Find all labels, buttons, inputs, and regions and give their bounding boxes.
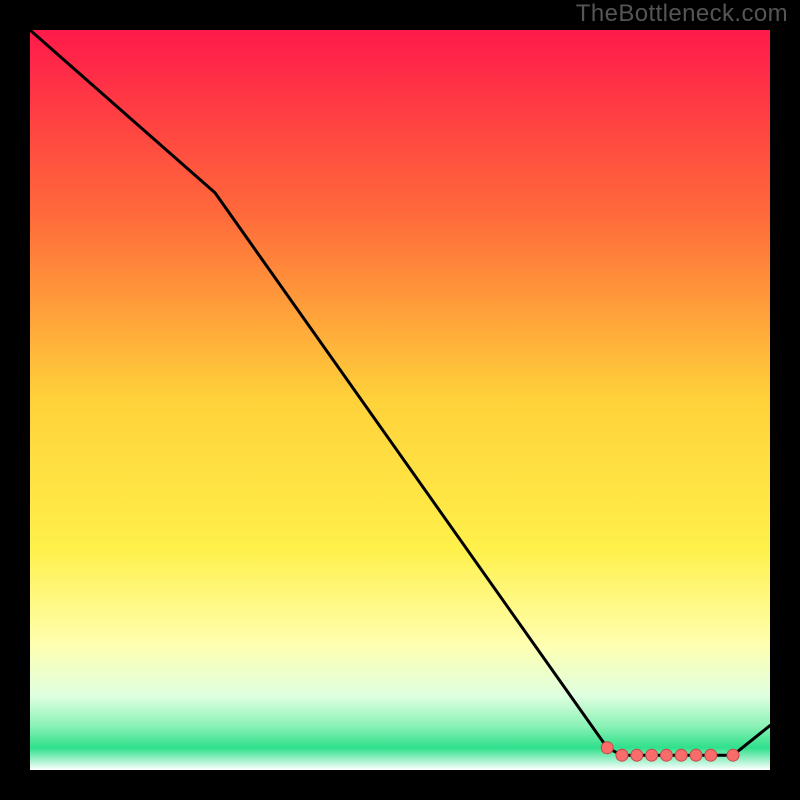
data-marker — [660, 749, 672, 761]
data-marker — [690, 749, 702, 761]
watermark-text: TheBottleneck.com — [576, 0, 788, 28]
chart-frame: TheBottleneck.com — [0, 0, 800, 800]
data-marker — [675, 749, 687, 761]
data-marker — [616, 749, 628, 761]
chart-svg — [30, 30, 770, 770]
plot-background — [30, 30, 770, 770]
plot-area — [30, 30, 770, 770]
data-marker — [601, 742, 613, 754]
data-marker — [631, 749, 643, 761]
data-marker — [705, 749, 717, 761]
data-marker — [727, 749, 739, 761]
data-marker — [646, 749, 658, 761]
